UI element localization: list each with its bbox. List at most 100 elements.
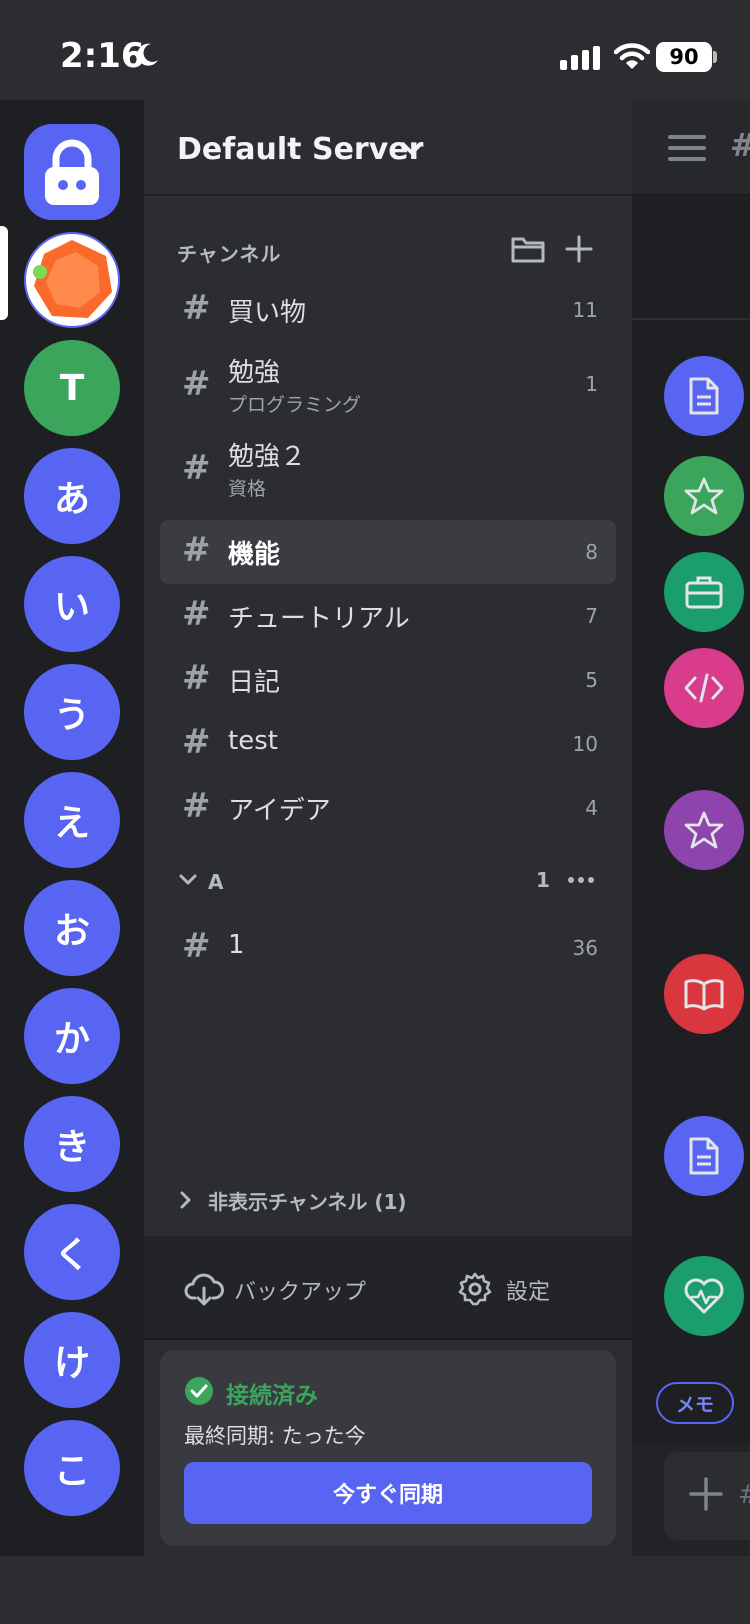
channel-count: 4 <box>585 796 598 820</box>
server-label: え <box>53 803 90 844</box>
plus-icon[interactable] <box>688 1476 724 1512</box>
star-icon <box>684 477 724 515</box>
channel-name: test <box>228 726 278 756</box>
hidden-channels-toggle[interactable]: 非表示チャンネル (1) <box>208 1186 407 1215</box>
memo-chip[interactable]: メモ <box>656 1382 734 1424</box>
channel-count: 11 <box>572 298 598 322</box>
moon-icon <box>137 43 158 66</box>
server-ku[interactable]: く <box>24 1204 120 1300</box>
avatar-star-2[interactable] <box>664 790 744 870</box>
avatar-document-2[interactable] <box>664 1116 744 1196</box>
server-label: け <box>53 1343 90 1384</box>
hash-icon: # <box>182 364 211 404</box>
server-lock[interactable] <box>24 124 120 220</box>
hash-icon: # <box>182 722 211 762</box>
channel-count: 1 <box>585 372 598 396</box>
channel-count: 36 <box>572 936 598 960</box>
channel-name: 勉強２ <box>228 442 307 472</box>
channel-name: 機能 <box>228 540 281 570</box>
lock-icon <box>45 139 99 205</box>
channel-item-study2[interactable]: # 勉強２ 資格 <box>160 434 616 508</box>
server-a[interactable]: あ <box>24 448 120 544</box>
channel-subtitle: プログラミング <box>228 394 362 416</box>
server-ko[interactable]: こ <box>24 1420 120 1516</box>
book-icon <box>684 979 724 1011</box>
server-header[interactable]: Default Server <box>144 100 632 196</box>
channels-category-label: チャンネル <box>177 242 282 266</box>
hash-icon: # <box>182 926 211 966</box>
selected-server-indicator <box>0 226 8 320</box>
server-u[interactable]: う <box>24 664 120 760</box>
server-t[interactable]: T <box>24 340 120 436</box>
channel-name: 勉強 <box>228 358 281 388</box>
avatar-star[interactable] <box>664 456 744 536</box>
channel-item-tutorial[interactable]: # チュートリアル 7 <box>160 584 616 648</box>
settings-button[interactable]: 設定 <box>506 1274 550 1306</box>
last-sync-time: 最終同期: たった今 <box>184 1424 366 1448</box>
hash-icon: # <box>182 594 211 634</box>
channel-item-test[interactable]: # test 10 <box>160 712 616 776</box>
sync-now-button[interactable]: 今すぐ同期 <box>184 1462 592 1524</box>
briefcase-icon <box>685 576 723 609</box>
hash-icon: # <box>182 448 211 488</box>
channel-subtitle: 資格 <box>228 478 267 500</box>
channel-count: 5 <box>585 668 598 692</box>
cloud-download-icon[interactable] <box>184 1272 224 1306</box>
avatar-health[interactable] <box>664 1256 744 1336</box>
chevron-down-icon[interactable] <box>178 872 198 888</box>
input-hash: # <box>738 1480 750 1510</box>
hamburger-menu-icon[interactable] <box>668 134 706 162</box>
bottom-bar: バックアップ 設定 <box>144 1236 632 1340</box>
hash-icon: # <box>182 786 211 826</box>
server-i[interactable]: い <box>24 556 120 652</box>
document-icon <box>689 1137 719 1175</box>
main-content-peek[interactable]: # <box>632 100 750 1556</box>
server-ki[interactable]: き <box>24 1096 120 1192</box>
document-icon <box>689 377 719 415</box>
code-icon <box>684 673 724 703</box>
channel-item-idea[interactable]: # アイデア 4 <box>160 776 616 840</box>
server-label: か <box>53 1019 90 1060</box>
channel-item-1[interactable]: # 1 36 <box>160 916 616 980</box>
channel-name: 買い物 <box>228 298 307 328</box>
channel-item-study[interactable]: # 勉強 プログラミング 1 <box>160 350 616 424</box>
channel-item-features[interactable]: # 機能 8 <box>160 520 616 584</box>
category-a-count: 1 <box>536 868 550 892</box>
server-label: あ <box>53 479 90 520</box>
channel-item-shopping[interactable]: # 買い物 11 <box>160 278 616 342</box>
channel-name: アイデア <box>228 796 331 826</box>
folder-icon[interactable] <box>510 234 546 264</box>
channel-name: 1 <box>228 930 245 960</box>
gear-icon[interactable] <box>458 1272 492 1306</box>
server-o[interactable]: お <box>24 880 120 976</box>
avatar-code[interactable] <box>664 648 744 728</box>
more-options-icon[interactable] <box>566 868 596 892</box>
hash-icon: # <box>182 658 211 698</box>
battery-indicator: 90 <box>656 42 712 72</box>
avatar-document[interactable] <box>664 356 744 436</box>
server-image[interactable] <box>24 232 120 328</box>
channel-panel: Default Server チャンネル # 買い物 11 # 勉強 プログラミ… <box>144 100 632 1556</box>
server-ka[interactable]: か <box>24 988 120 1084</box>
server-name[interactable]: Default Server <box>177 132 423 167</box>
backup-button[interactable]: バックアップ <box>234 1274 366 1306</box>
cellular-signal-icon <box>560 46 600 70</box>
avatar-book[interactable] <box>664 954 744 1034</box>
server-e[interactable]: え <box>24 772 120 868</box>
channel-name: 日記 <box>228 668 281 698</box>
channel-count: 8 <box>585 540 598 564</box>
home-indicator-area <box>0 1556 750 1624</box>
channel-count: 7 <box>585 604 598 628</box>
category-a-label[interactable]: A <box>208 870 223 894</box>
hash-icon: # <box>182 530 211 570</box>
check-circle-icon <box>185 1377 213 1405</box>
status-time: 2:16 <box>60 36 145 76</box>
avatar-briefcase[interactable] <box>664 552 744 632</box>
channel-item-diary[interactable]: # 日記 5 <box>160 648 616 712</box>
wifi-icon <box>614 43 650 69</box>
plus-icon[interactable] <box>564 234 594 264</box>
server-rail[interactable]: T あ い う え お か き く け こ <box>0 100 144 1556</box>
chevron-down-icon[interactable] <box>400 138 424 158</box>
chevron-right-icon[interactable] <box>178 1190 194 1210</box>
server-ke[interactable]: け <box>24 1312 120 1408</box>
